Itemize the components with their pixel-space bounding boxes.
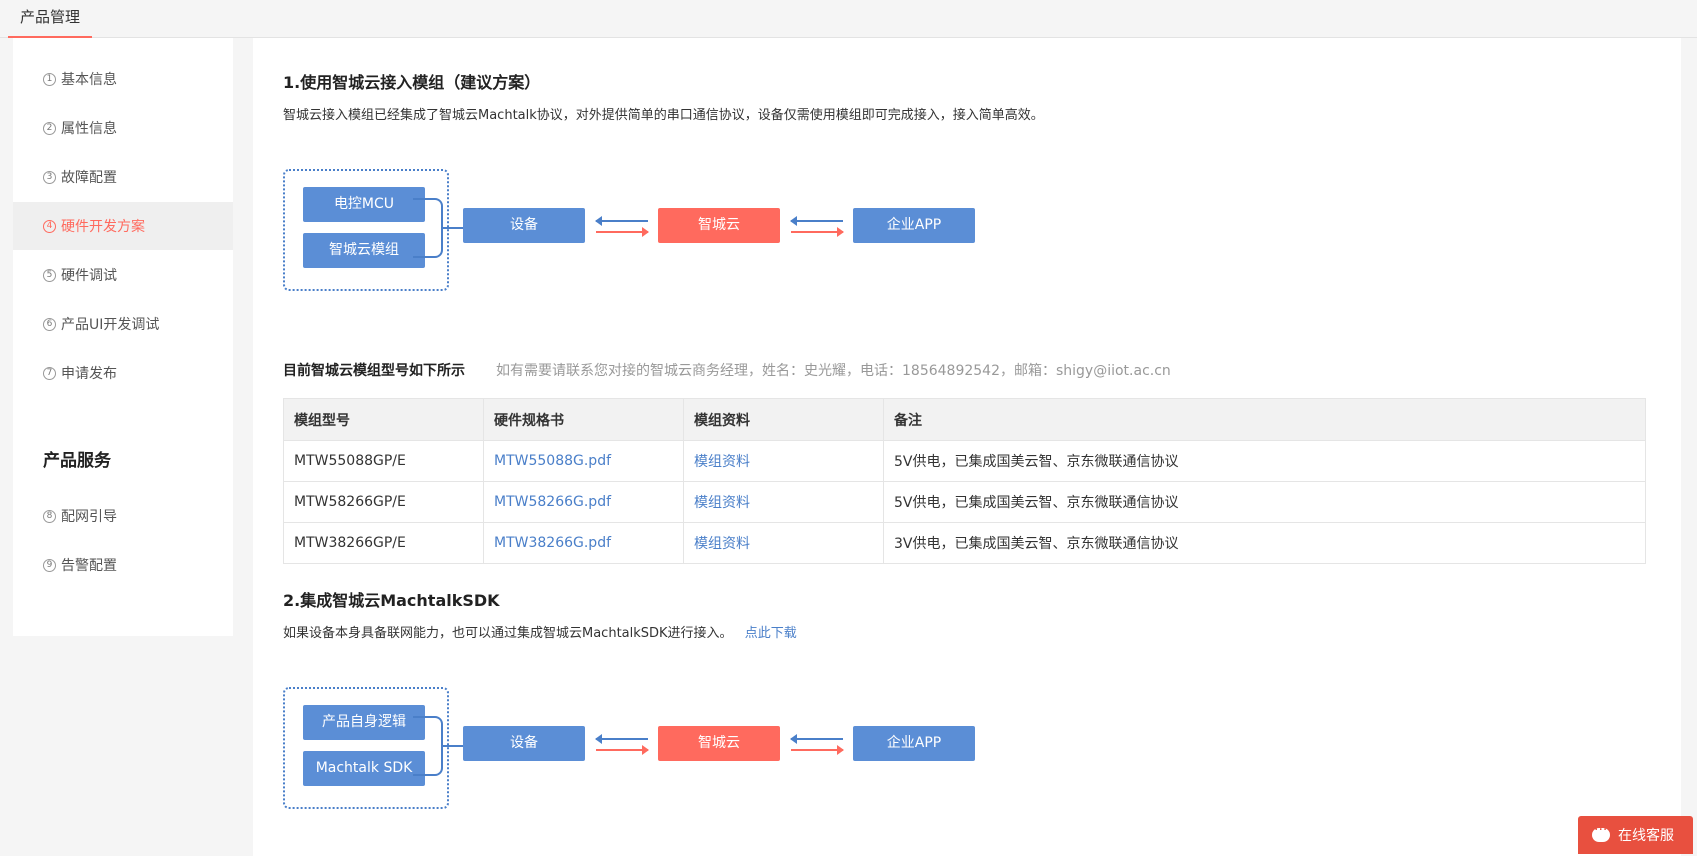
sidebar-item-label: 申请发布 [61, 366, 117, 382]
sidebar-item-label: 产品UI开发调试 [61, 317, 160, 333]
diagram-node-app: 企业APP [853, 726, 975, 761]
sidebar-item-basic-info[interactable]: 1 基本信息 [13, 55, 233, 103]
step-number-badge: 3 [43, 170, 56, 184]
diagram-node-device: 设备 [463, 208, 585, 243]
section1-title: 1.使用智城云接入模组（建议方案） [283, 73, 541, 92]
main-content: 1.使用智城云接入模组（建议方案） 智城云接入模组已经集成了智城云Machtal… [253, 38, 1681, 856]
sidebar: 1 基本信息 2 属性信息 3 故障配置 4 硬件开发方案 5 硬件调试 6 产… [13, 38, 233, 636]
diagram-node-product-logic: 产品自身逻辑 [303, 705, 425, 740]
section2-title: 2.集成智城云MachtalkSDK [283, 591, 500, 610]
sidebar-item-label: 告警配置 [61, 558, 117, 574]
step-number-badge: 5 [43, 268, 56, 282]
chat-bubble-icon [1592, 822, 1610, 842]
step-number-badge: 9 [43, 558, 56, 572]
section2-description: 如果设备本身具备联网能力，也可以通过集成智城云MachtalkSDK进行接入。 … [283, 622, 797, 641]
sidebar-item-label: 硬件开发方案 [61, 219, 145, 235]
module-table: 模组型号 硬件规格书 模组资料 备注 MTW55088GP/E MTW55088… [283, 398, 1646, 564]
diagram-connector [443, 745, 463, 747]
top-tab-bar: 产品管理 [0, 0, 1697, 38]
diagram-bracket [413, 716, 443, 776]
diagram-node-device: 设备 [463, 726, 585, 761]
sidebar-item-hardware-plan[interactable]: 4 硬件开发方案 [13, 202, 233, 250]
arrow-right-icon [596, 745, 649, 755]
sidebar-item-network-guide[interactable]: 8 配网引导 [13, 492, 233, 540]
sidebar-item-publish[interactable]: 7 申请发布 [13, 349, 233, 397]
module-docs-link[interactable]: 模组资料 [684, 441, 884, 481]
spec-pdf-link[interactable]: MTW55088G.pdf [484, 441, 684, 481]
sidebar-item-attribute-info[interactable]: 2 属性信息 [13, 104, 233, 152]
section2-description-text: 如果设备本身具备联网能力，也可以通过集成智城云MachtalkSDK进行接入。 [283, 626, 733, 641]
table-header-row: 模组型号 硬件规格书 模组资料 备注 [284, 399, 1645, 440]
arrow-left-icon [790, 216, 843, 226]
module-model-cell: MTW58266GP/E [284, 482, 484, 522]
module-docs-link[interactable]: 模组资料 [684, 523, 884, 563]
step-number-badge: 1 [43, 72, 56, 86]
module-model-cell: MTW38266GP/E [284, 523, 484, 563]
module-note-cell: 5V供电，已集成国美云智、京东微联通信协议 [894, 454, 1179, 470]
sidebar-item-ui-debug[interactable]: 6 产品UI开发调试 [13, 300, 233, 348]
diagram-node-sdk: Machtalk SDK [303, 751, 425, 786]
arrow-left-icon [790, 734, 843, 744]
sdk-download-link[interactable]: 点此下载 [745, 626, 797, 641]
sidebar-item-label: 基本信息 [61, 72, 117, 88]
module-table-note: 如有需要请联系您对接的智城云商务经理，姓名：史光耀，电话：18564892542… [496, 363, 1171, 379]
table-header-cell: 模组型号 [284, 399, 484, 440]
table-row: MTW38266GP/E MTW38266G.pdf 模组资料 3V供电，已集成… [284, 522, 1645, 563]
module-note-cell: 5V供电，已集成国美云智、京东微联通信协议 [894, 495, 1179, 511]
diagram-connector [443, 227, 463, 229]
arrow-right-icon [791, 745, 844, 755]
sidebar-item-label: 配网引导 [61, 509, 117, 525]
sidebar-item-label: 属性信息 [61, 121, 117, 137]
step-number-badge: 8 [43, 509, 56, 523]
module-model-cell: MTW55088GP/E [284, 441, 484, 481]
diagram-bracket [413, 198, 443, 258]
arrow-left-icon [595, 216, 648, 226]
diagram-node-app: 企业APP [853, 208, 975, 243]
table-header-cell: 硬件规格书 [484, 399, 684, 440]
sidebar-item-fault-config[interactable]: 3 故障配置 [13, 153, 233, 201]
diagram-node-module: 智城云模组 [303, 233, 425, 268]
arrow-right-icon [791, 227, 844, 237]
table-header-cell: 模组资料 [684, 399, 884, 440]
table-row: MTW55088GP/E MTW55088G.pdf 模组资料 5V供电，已集成… [284, 440, 1645, 481]
sidebar-item-hardware-debug[interactable]: 5 硬件调试 [13, 251, 233, 299]
module-note-cell: 3V供电，已集成国美云智、京东微联通信协议 [894, 536, 1179, 552]
arrow-left-icon [595, 734, 648, 744]
diagram-node-cloud: 智城云 [658, 726, 780, 761]
step-number-badge: 4 [43, 219, 56, 233]
sidebar-section-title: 产品服务 [43, 451, 111, 471]
sidebar-item-alarm-config[interactable]: 9 告警配置 [13, 541, 233, 589]
sidebar-item-label: 故障配置 [61, 170, 117, 186]
sidebar-item-label: 硬件调试 [61, 268, 117, 284]
table-row: MTW58266GP/E MTW58266G.pdf 模组资料 5V供电，已集成… [284, 481, 1645, 522]
diagram-node-cloud: 智城云 [658, 208, 780, 243]
section1-description: 智城云接入模组已经集成了智城云Machtalk协议，对外提供简单的串口通信协议，… [283, 108, 1044, 123]
spec-pdf-link[interactable]: MTW38266G.pdf [484, 523, 684, 563]
module-table-title: 目前智城云模组型号如下所示 [283, 363, 465, 379]
tab-product-management[interactable]: 产品管理 [8, 0, 93, 38]
online-service-label: 在线客服 [1618, 828, 1674, 844]
step-number-badge: 2 [43, 121, 56, 135]
step-number-badge: 6 [43, 317, 56, 331]
spec-pdf-link[interactable]: MTW58266G.pdf [484, 482, 684, 522]
arrow-right-icon [596, 227, 649, 237]
table-header-cell: 备注 [894, 412, 922, 429]
module-docs-link[interactable]: 模组资料 [684, 482, 884, 522]
diagram-node-mcu: 电控MCU [303, 187, 425, 222]
online-service-button[interactable]: 在线客服 [1578, 816, 1693, 854]
step-number-badge: 7 [43, 366, 56, 380]
